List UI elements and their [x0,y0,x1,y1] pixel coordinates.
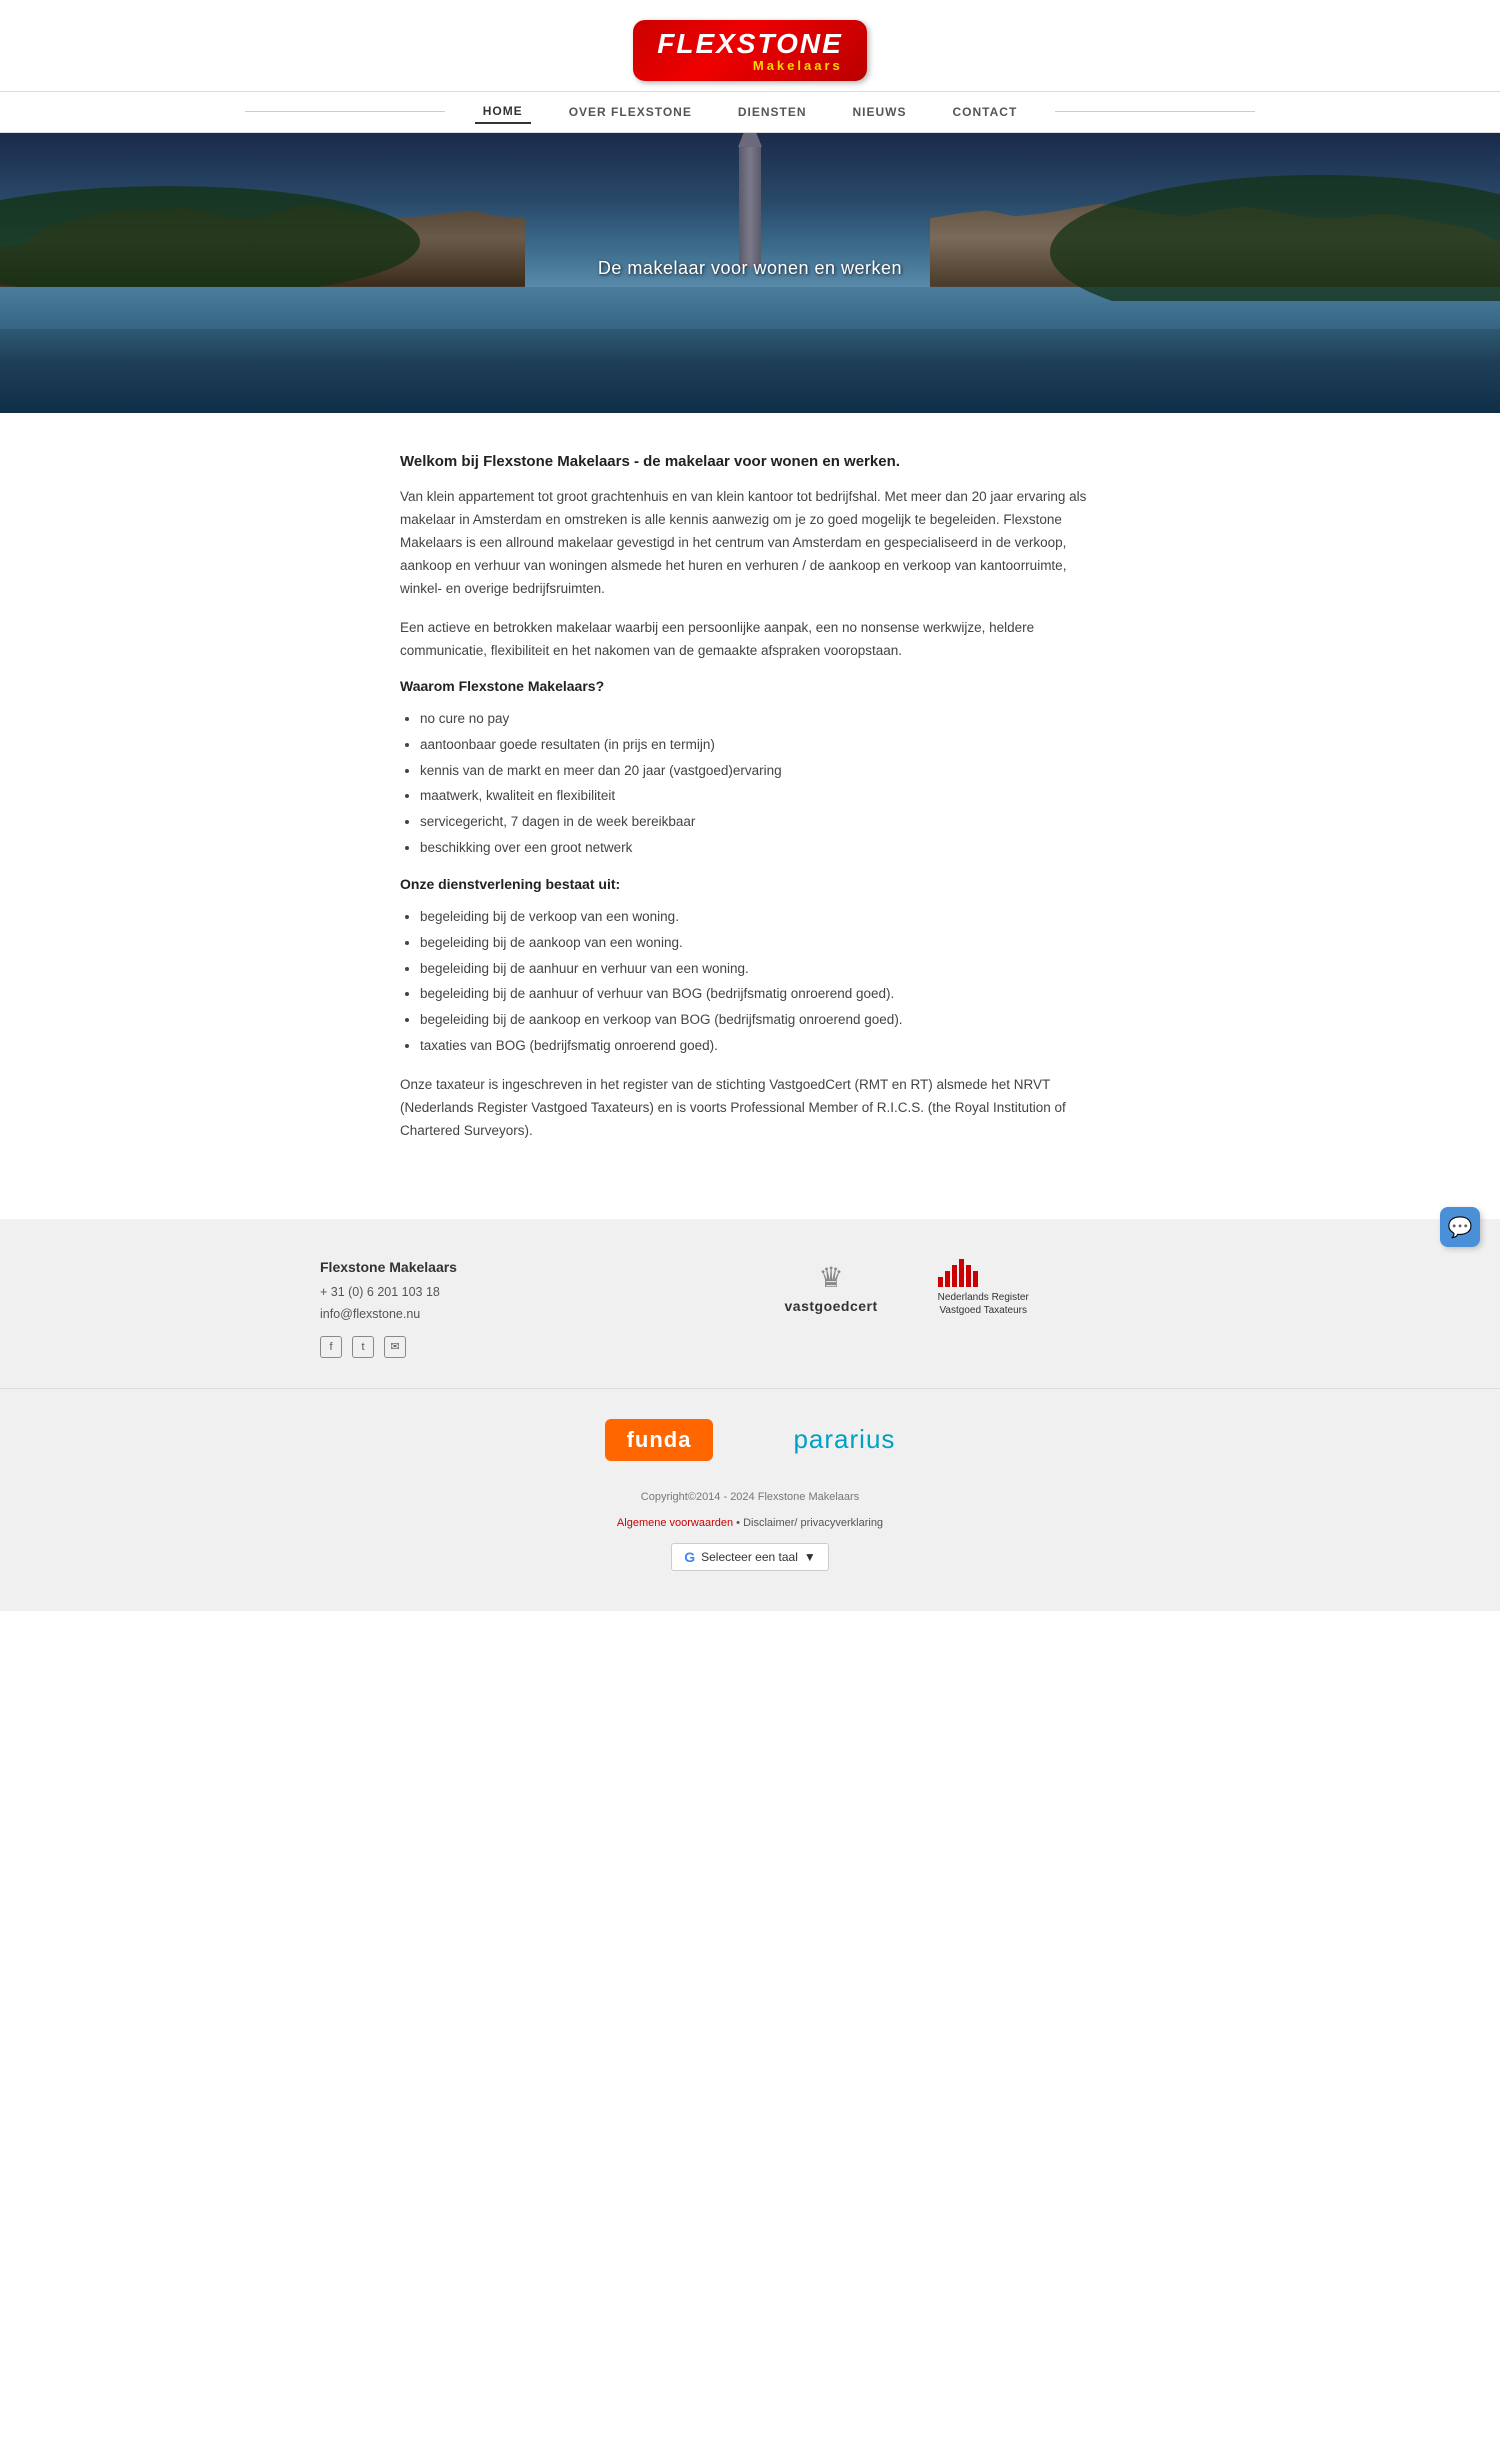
footer-contact: Flexstone Makelaars + 31 (0) 6 201 103 1… [320,1259,593,1358]
list-item: begeleiding bij de aanhuur en verhuur va… [420,956,1100,982]
why-list: no cure no pay aantoonbaar goede resulta… [400,706,1100,860]
logo-main-text: FLEXSTONE [657,30,843,58]
nrvt-bar-1 [938,1277,943,1287]
site-header: FLEXSTONE Makelaars [0,0,1500,91]
nav-diensten[interactable]: DIENSTEN [730,101,815,123]
list-item: aantoonbaar goede resultaten (in prijs e… [420,732,1100,758]
list-item: beschikking over een groot netwerk [420,835,1100,861]
lang-label: Selecteer een taal [701,1550,798,1564]
vastgoedcert-label: vastgoedcert [785,1298,878,1314]
nrvt-bar-4 [959,1259,964,1287]
nrvt-bar-6 [973,1271,978,1287]
hero-water [0,287,1500,413]
intro-paragraph-2: Een actieve en betrokken makelaar waarbi… [400,617,1100,663]
footer-logos: ♛ vastgoedcert Nederlands Register [633,1259,1180,1317]
vastgoedcert-logo: ♛ vastgoedcert [785,1261,878,1314]
social-email[interactable]: ✉ [384,1336,406,1358]
hero-tagline: De makelaar voor wonen en werken [598,258,902,279]
footer-company-name: Flexstone Makelaars [320,1259,593,1275]
logo[interactable]: FLEXSTONE Makelaars [633,20,867,81]
crown-icon: ♛ [785,1261,878,1294]
nav-home[interactable]: HOME [475,100,531,124]
chat-icon: 💬 [1448,1215,1473,1240]
nav-nieuws[interactable]: NIEUWS [845,101,915,123]
main-nav: HOME OVER FLEXSTONE DIENSTEN NIEUWS CONT… [0,91,1500,133]
nrvt-logo: Nederlands Register Vastgoed Taxateurs [938,1259,1029,1317]
why-title: Waarom Flexstone Makelaars? [400,678,1100,694]
intro-paragraph-1: Van klein appartement tot groot grachten… [400,486,1100,601]
nrvt-line1: Nederlands Register [938,1291,1029,1304]
list-item: begeleiding bij de aankoop en verkoop va… [420,1007,1100,1033]
hero-section: De makelaar voor wonen en werken [0,133,1500,413]
nav-over-flexstone[interactable]: OVER FLEXSTONE [561,101,700,123]
nrvt-bar-2 [945,1271,950,1287]
nav-line-left [245,111,445,112]
google-translate-icon: G [684,1549,695,1565]
site-footer: Flexstone Makelaars + 31 (0) 6 201 103 1… [0,1219,1500,1611]
closing-paragraph: Onze taxateur is ingeschreven in het reg… [400,1074,1100,1143]
social-facebook[interactable]: f [320,1336,342,1358]
list-item: servicegericht, 7 dagen in de week berei… [420,809,1100,835]
dienst-title: Onze dienstverlening bestaat uit: [400,876,1100,892]
list-item: begeleiding bij de verkoop van een wonin… [420,904,1100,930]
lang-dropdown[interactable]: G Selecteer een taal ▼ [671,1543,829,1571]
list-item: begeleiding bij de aanhuur of verhuur va… [420,981,1100,1007]
list-item: maatwerk, kwaliteit en flexibiliteit [420,783,1100,809]
nrvt-bars [938,1259,1029,1287]
pararius-logo: pararius [793,1424,895,1455]
footer-brands: funda pararius [320,1409,1180,1481]
footer-copyright: Copyright©2014 - 2024 Flexstone Makelaar… [20,1481,1480,1513]
welcome-title: Welkom bij Flexstone Makelaars - de make… [400,453,1100,470]
hero-tower [739,147,761,267]
footer-link-voorwaarden[interactable]: Algemene voorwaarden [617,1517,733,1529]
footer-email: info@flexstone.nu [320,1303,593,1326]
hero-tower-top [738,133,762,147]
dienst-list: begeleiding bij de verkoop van een wonin… [400,904,1100,1058]
footer-link-disclaimer: • Disclaimer/ privacyverklaring [733,1517,883,1529]
footer-links: Algemene voorwaarden • Disclaimer/ priva… [20,1513,1480,1533]
lang-chevron-icon: ▼ [804,1550,816,1564]
main-content: Welkom bij Flexstone Makelaars - de make… [0,413,1500,1219]
list-item: no cure no pay [420,706,1100,732]
nrvt-line2: Vastgoed Taxateurs [938,1304,1029,1317]
nav-line-right [1055,111,1255,112]
language-selector[interactable]: G Selecteer een taal ▼ [20,1533,1480,1591]
logo-sub-text: Makelaars [657,58,843,75]
funda-logo: funda [605,1419,714,1461]
nrvt-bar-5 [966,1265,971,1287]
footer-phone: + 31 (0) 6 201 103 18 [320,1281,593,1304]
list-item: begeleiding bij de aankoop van een wonin… [420,930,1100,956]
social-twitter[interactable]: t [352,1336,374,1358]
nav-contact[interactable]: CONTACT [945,101,1026,123]
list-item: taxaties van BOG (bedrijfsmatig onroeren… [420,1033,1100,1059]
nrvt-bar-3 [952,1265,957,1287]
chat-button[interactable]: 💬 [1440,1207,1480,1247]
list-item: kennis van de markt en meer dan 20 jaar … [420,758,1100,784]
